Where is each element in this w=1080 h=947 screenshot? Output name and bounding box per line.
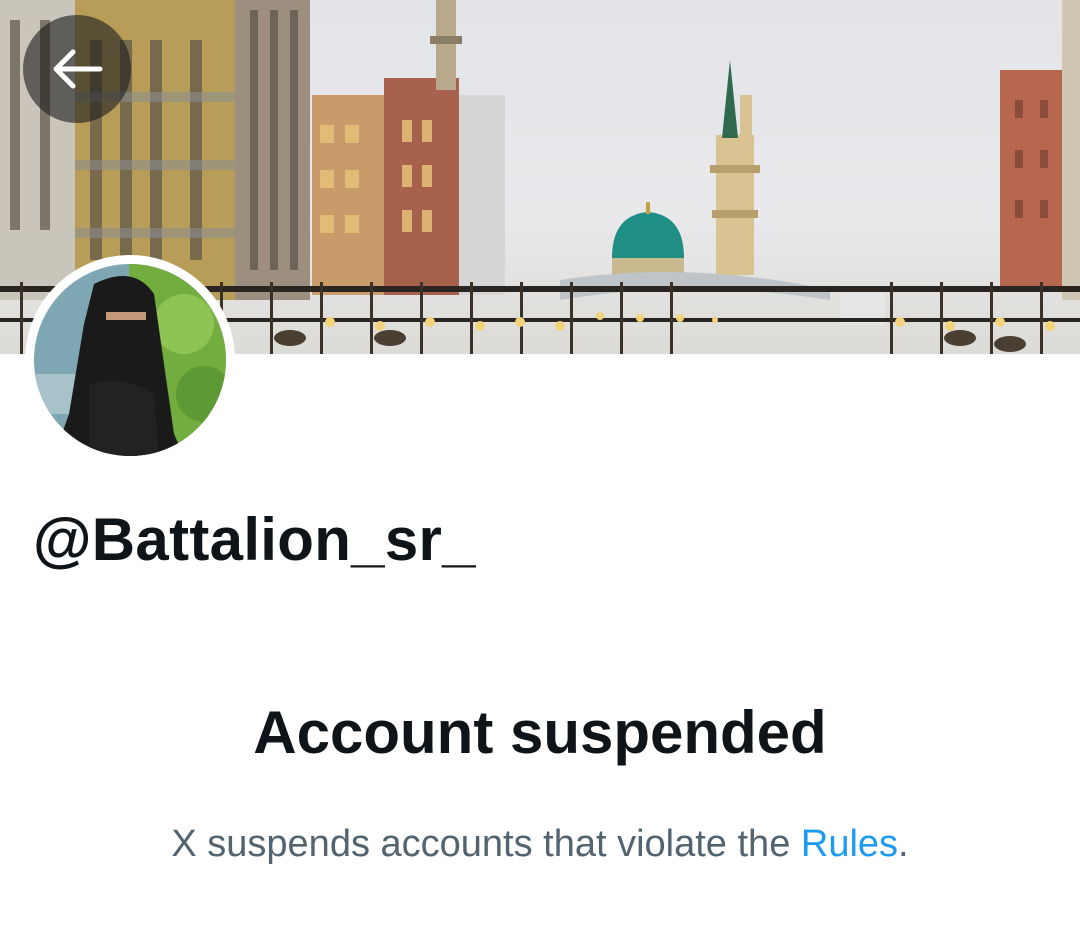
arrow-left-icon bbox=[53, 49, 103, 89]
rules-link[interactable]: Rules bbox=[801, 823, 898, 865]
green-dome bbox=[612, 212, 684, 258]
suspended-message: X suspends accounts that violate the Rul… bbox=[0, 822, 1080, 868]
avatar-image bbox=[34, 264, 226, 456]
avatar[interactable] bbox=[25, 255, 235, 465]
suspended-message-end: . bbox=[898, 823, 909, 865]
building bbox=[459, 95, 505, 295]
building bbox=[1062, 0, 1080, 300]
minaret bbox=[716, 135, 754, 275]
profile-handle: @Battalion_sr_ bbox=[33, 506, 476, 573]
building bbox=[1000, 70, 1062, 290]
veiled-person-avatar bbox=[34, 264, 226, 456]
building bbox=[384, 78, 459, 295]
suspended-headline: Account suspended bbox=[253, 699, 827, 766]
suspended-message-text: X suspends accounts that violate the bbox=[171, 823, 801, 865]
back-button[interactable] bbox=[23, 15, 131, 123]
